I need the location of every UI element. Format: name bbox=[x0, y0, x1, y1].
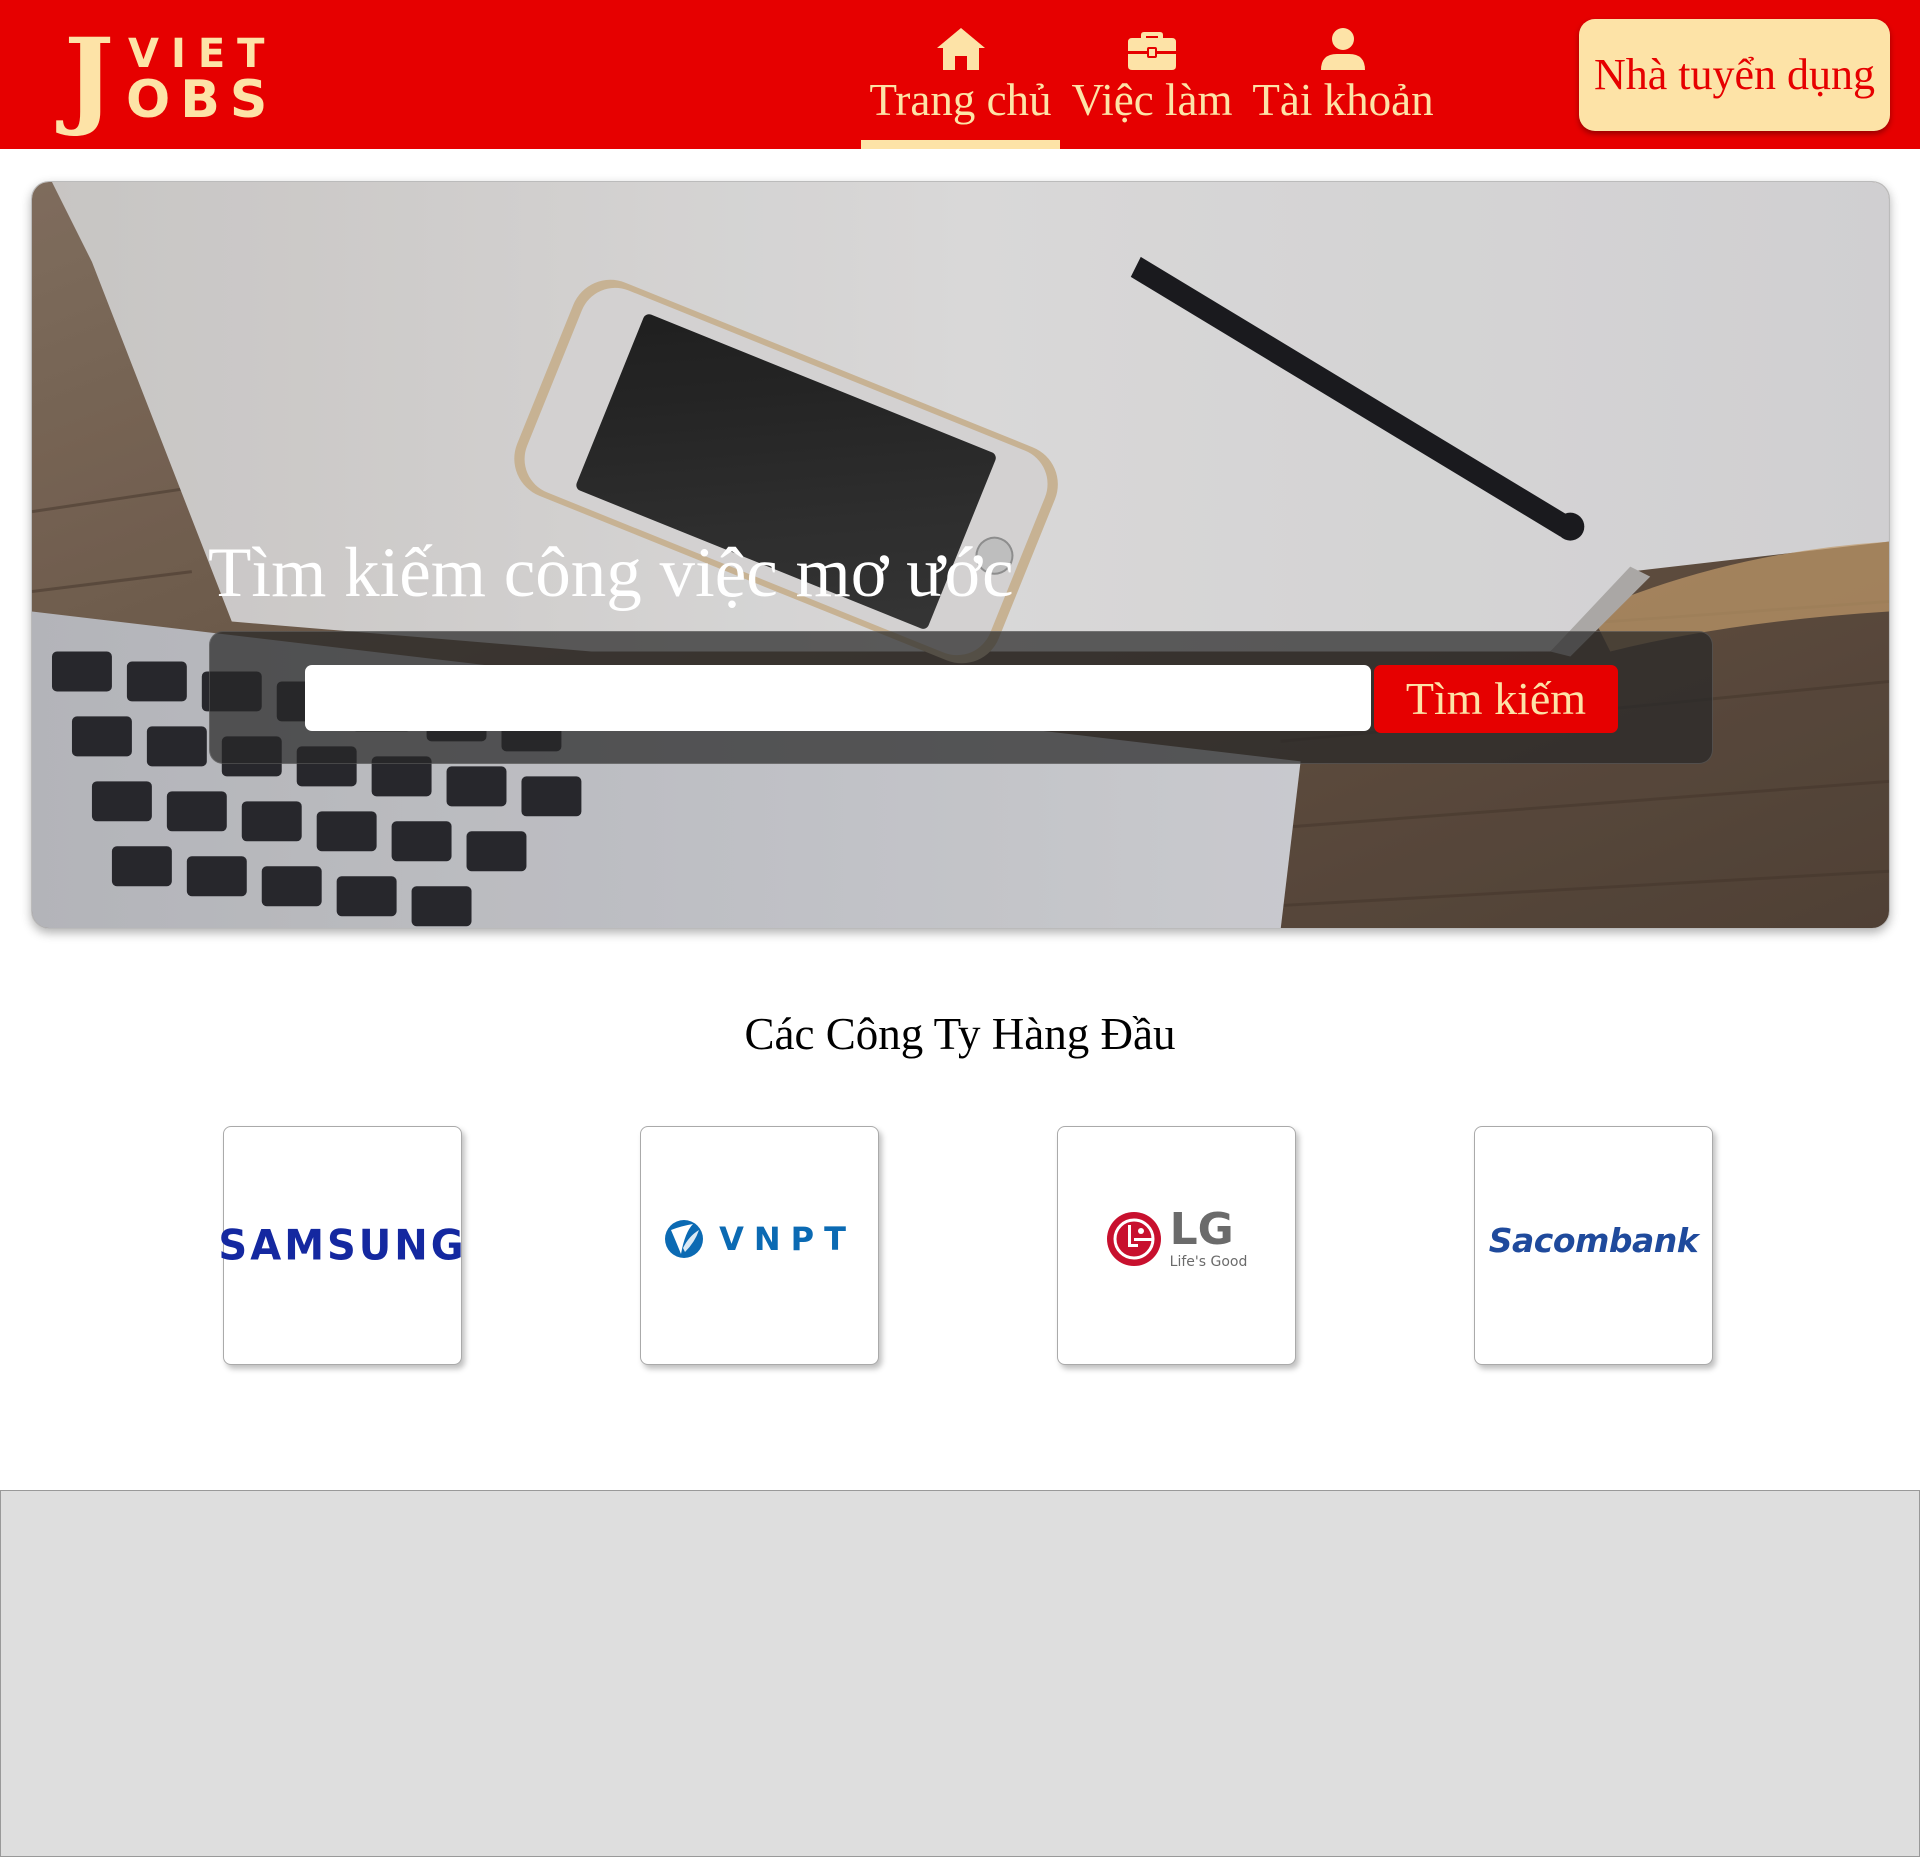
vietjobs-logo[interactable]: J VIET OBS bbox=[64, 24, 278, 130]
hero-title: Tìm kiếm công việc mơ ước bbox=[208, 534, 1014, 612]
home-icon bbox=[936, 28, 985, 70]
logo-letter-j: J bbox=[64, 14, 115, 139]
company-card-sacombank[interactable]: Sacombank bbox=[1474, 1126, 1713, 1365]
vnpt-wordmark: VNPT bbox=[719, 1219, 856, 1258]
samsung-logo: SAMSUNG bbox=[218, 1221, 467, 1270]
nav-item-home[interactable]: Trang chủ bbox=[861, 0, 1060, 149]
active-tab-indicator bbox=[861, 140, 1060, 149]
lg-face-icon bbox=[1106, 1211, 1161, 1266]
search-button[interactable]: Tìm kiếm bbox=[1374, 665, 1618, 733]
nav-label-home: Trang chủ bbox=[869, 75, 1052, 125]
briefcase-icon bbox=[1128, 32, 1176, 70]
company-card-lg[interactable]: LG Life's Good bbox=[1057, 1126, 1296, 1365]
top-companies-title: Các Công Ty Hàng Đầu bbox=[744, 1009, 1176, 1059]
lg-tagline: Life's Good bbox=[1169, 1253, 1248, 1270]
lg-wordmark: LG bbox=[1169, 1203, 1234, 1255]
logo-obs-text: OBS bbox=[126, 70, 278, 130]
job-search-input[interactable] bbox=[305, 665, 1371, 731]
employer-button[interactable]: Nhà tuyển dụng bbox=[1579, 19, 1890, 131]
vnpt-logo: VNPT bbox=[663, 1218, 856, 1260]
top-navbar: J VIET OBS Trang chủ Việc làm Tài khoản … bbox=[0, 0, 1920, 149]
sacombank-logo: Sacombank bbox=[1488, 1221, 1699, 1260]
nav-label-account: Tài khoản bbox=[1252, 75, 1434, 125]
search-panel: Tìm kiếm bbox=[209, 631, 1713, 764]
lg-logo: LG Life's Good bbox=[1106, 1203, 1248, 1270]
vnpt-emblem-icon bbox=[665, 1219, 704, 1258]
nav-item-jobs[interactable]: Việc làm bbox=[1068, 0, 1236, 149]
logo-viet-text: VIET bbox=[128, 31, 277, 77]
hero-banner: Tìm kiếm công việc mơ ước Tìm kiếm bbox=[31, 181, 1890, 929]
company-card-samsung[interactable]: SAMSUNG bbox=[218, 1126, 464, 1365]
user-icon bbox=[1321, 28, 1365, 70]
footer bbox=[0, 1490, 1920, 1857]
nav-label-jobs: Việc làm bbox=[1071, 75, 1233, 125]
company-card-vnpt[interactable]: VNPT bbox=[640, 1126, 879, 1365]
nav-item-account[interactable]: Tài khoản bbox=[1250, 0, 1436, 149]
